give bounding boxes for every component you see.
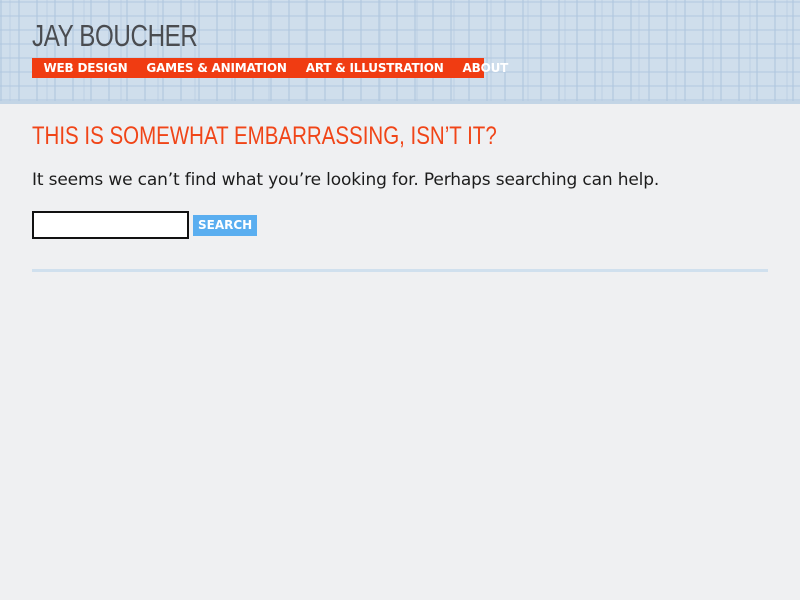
site-title[interactable]: JAY BOUCHER bbox=[32, 18, 198, 54]
site-header: JAY BOUCHER WEB DESIGN GAMES & ANIMATION… bbox=[0, 0, 800, 104]
nav-item-web-design[interactable]: WEB DESIGN bbox=[34, 58, 137, 78]
page-title: THIS IS SOMEWHAT EMBARRASSING, ISN’T IT? bbox=[32, 122, 497, 150]
not-found-message: It seems we can’t find what you’re looki… bbox=[32, 170, 660, 190]
nav-item-games-animation[interactable]: GAMES & ANIMATION bbox=[137, 58, 296, 78]
content-divider bbox=[32, 269, 768, 272]
main-nav: WEB DESIGN GAMES & ANIMATION ART & ILLUS… bbox=[32, 58, 508, 78]
search-form: SEARCH bbox=[32, 211, 258, 239]
nav-item-about[interactable]: ABOUT bbox=[453, 58, 518, 78]
search-button[interactable]: SEARCH bbox=[193, 214, 258, 236]
search-input[interactable] bbox=[32, 211, 189, 239]
nav-item-art-illustration[interactable]: ART & ILLUSTRATION bbox=[296, 58, 453, 78]
